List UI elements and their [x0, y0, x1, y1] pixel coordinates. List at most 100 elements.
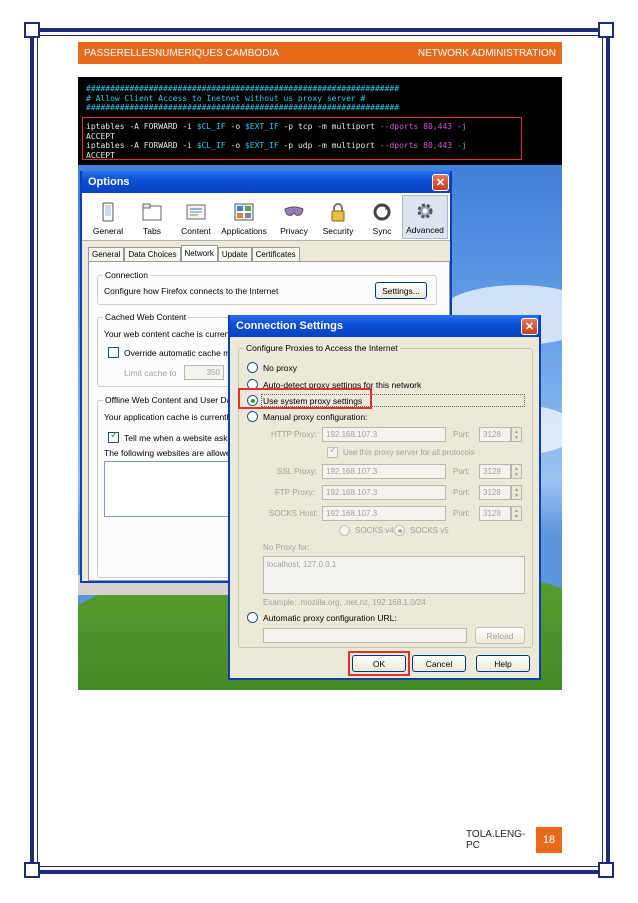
system-proxy-highlight-box [238, 388, 372, 409]
cache-group-label: Cached Web Content [103, 312, 189, 322]
connection-group-label: Connection [103, 270, 151, 280]
no-proxy-for-field[interactable]: localhost, 127.0.0.1 [263, 556, 525, 594]
auto-proxy-url-field[interactable] [263, 628, 467, 643]
no-proxy-label: No proxy [263, 363, 298, 373]
page-header: PASSERELLESNUMERIQUES CAMBODIA NETWORK A… [78, 42, 562, 64]
override-cache-label: Override automatic cache ma [124, 348, 236, 358]
http-port-label: Port: [453, 430, 470, 439]
socks-v5-label: SOCKS v5 [410, 526, 449, 535]
toolbar-label: Security [322, 226, 354, 236]
connection-settings-titlebar: Connection Settings [230, 315, 539, 337]
toolbar-applications[interactable]: Applications [219, 195, 269, 239]
ftp-port-spinner[interactable]: ▲ ▼ [511, 485, 522, 500]
options-title: Options [88, 176, 130, 188]
corner-ornament [24, 22, 40, 38]
page-number: 18 [536, 827, 562, 853]
no-proxy-example: Example: .mozilla.org, .net.nz, 192.168.… [263, 598, 426, 607]
tell-me-label: Tell me when a website asks to [124, 433, 242, 443]
ftp-port-label: Port: [453, 488, 470, 497]
sync-icon [373, 203, 391, 221]
options-close-button[interactable]: ✕ [432, 174, 449, 191]
connection-settings-title: Connection Settings [236, 320, 343, 332]
ftp-proxy-label: FTP Proxy: [275, 488, 315, 497]
toolbar-label: Advanced [406, 225, 444, 235]
no-proxy-radio[interactable] [247, 362, 258, 373]
options-titlebar: Options [82, 171, 450, 193]
cache-description: Your web content cache is current [104, 329, 232, 339]
toolbar-label: Tabs [143, 226, 161, 236]
manual-proxy-label: Manual proxy configuration: [263, 412, 368, 422]
terminal-hash-line: ########################################… [86, 103, 400, 112]
toolbar-label: Applications [221, 226, 267, 236]
cancel-button[interactable]: Cancel [412, 655, 466, 672]
toolbar-label: Content [181, 226, 211, 236]
corner-ornament [24, 862, 40, 878]
toolbar-label: General [92, 226, 124, 236]
no-proxy-for-value: localhost, 127.0.0.1 [267, 560, 337, 569]
socks-v4-radio[interactable] [339, 525, 350, 536]
tell-me-checkbox[interactable] [108, 430, 119, 443]
toolbar-label: Sync [372, 226, 392, 236]
no-proxy-for-label: No Proxy for: [263, 543, 310, 552]
connection-group: Connection Configure how Firefox connect… [97, 270, 437, 305]
same-proxy-checkbox[interactable] [327, 445, 338, 458]
http-proxy-field[interactable]: 192.168.107.3 [322, 427, 446, 442]
advanced-tabs: General Data Choices Network Update Cert… [88, 245, 300, 261]
help-button[interactable]: Help [476, 655, 530, 672]
reload-button[interactable]: Reload [475, 627, 525, 644]
socks-host-field[interactable]: 192.168.107.3 [322, 506, 446, 521]
limit-cache-field[interactable]: 350 [184, 365, 224, 380]
tabs-icon [142, 203, 162, 221]
auto-proxy-url-radio[interactable] [247, 612, 258, 623]
http-proxy-label: HTTP Proxy: [271, 430, 317, 439]
tab-certificates[interactable]: Certificates [251, 247, 300, 261]
content-icon [186, 204, 206, 220]
toolbar-label: Privacy [280, 226, 308, 236]
corner-ornament [598, 22, 614, 38]
ssl-proxy-field[interactable]: 192.168.107.3 [322, 464, 446, 479]
ssl-proxy-label: SSL Proxy: [277, 467, 317, 476]
socks-port-field[interactable]: 3128 [479, 506, 511, 521]
options-toolbar: General Tabs Content Applications Privac… [82, 193, 450, 241]
tab-data-choices[interactable]: Data Choices [124, 247, 181, 261]
gear-icon [417, 203, 433, 219]
connection-settings-button[interactable]: Settings... [375, 282, 427, 299]
toolbar-content[interactable]: Content [174, 195, 218, 239]
ssl-port-label: Port: [453, 467, 470, 476]
ftp-port-field[interactable]: 3128 [479, 485, 511, 500]
toolbar-privacy[interactable]: Privacy [272, 195, 316, 239]
ok-highlight-box [348, 651, 410, 676]
socks-host-label: SOCKS Host: [269, 509, 318, 518]
toolbar-general[interactable]: General [86, 195, 130, 239]
tab-general[interactable]: General [88, 247, 125, 261]
override-cache-checkbox[interactable] [108, 347, 119, 358]
toolbar-sync[interactable]: Sync [360, 195, 404, 239]
http-port-spinner[interactable]: ▲ ▼ [511, 427, 522, 442]
toolbar-tabs[interactable]: Tabs [130, 195, 174, 239]
corner-ornament [598, 862, 614, 878]
socks-port-spinner[interactable]: ▲ ▼ [511, 506, 522, 521]
tab-update[interactable]: Update [217, 247, 252, 261]
auto-proxy-url-label: Automatic proxy configuration URL: [263, 613, 397, 623]
socks-v4-label: SOCKS v4 [355, 526, 394, 535]
header-subject: NETWORK ADMINISTRATION [417, 47, 556, 59]
ssl-port-spinner[interactable]: ▲ ▼ [511, 464, 522, 479]
toolbar-security[interactable]: Security [316, 195, 360, 239]
socks-v5-radio[interactable] [394, 525, 405, 536]
terminal-comment: # Allow Client Access to Inetnet without… [86, 93, 366, 103]
manual-proxy-radio[interactable] [247, 411, 258, 422]
connection-description: Configure how Firefox connects to the In… [104, 286, 279, 296]
terminal-hash-line: ########################################… [86, 84, 400, 93]
allowed-websites-label: The following websites are allowed [104, 448, 236, 458]
footer-author: TOLA.LENG-PC [466, 829, 526, 851]
toolbar-advanced[interactable]: Advanced [402, 195, 448, 239]
http-port-field[interactable]: 3128 [479, 427, 511, 442]
applications-icon [234, 203, 254, 221]
lock-icon [331, 203, 345, 222]
tab-network[interactable]: Network [180, 245, 218, 261]
ftp-proxy-field[interactable]: 192.168.107.3 [322, 485, 446, 500]
connection-settings-close-button[interactable]: ✕ [521, 318, 538, 335]
same-proxy-label: Use this proxy server for all protocols [343, 448, 475, 457]
ssl-port-field[interactable]: 3128 [479, 464, 511, 479]
desktop-screenshot: Options ✕ General Tabs Content Applicati… [78, 165, 562, 690]
